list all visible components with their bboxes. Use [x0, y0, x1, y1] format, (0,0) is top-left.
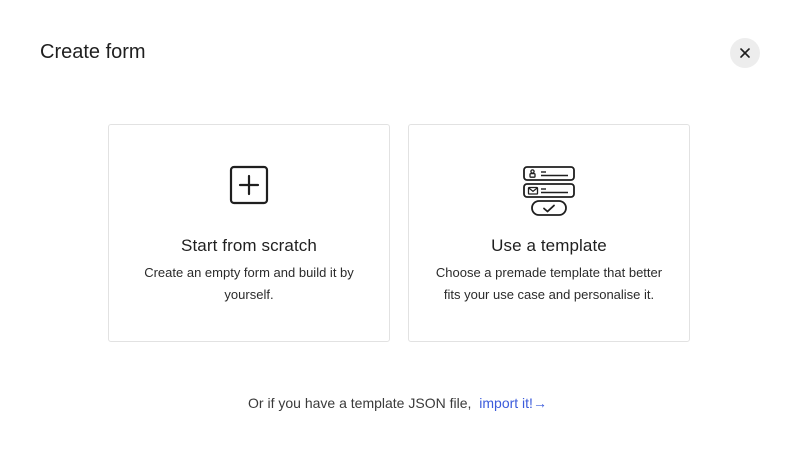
start-from-scratch-card[interactable]: Start from scratch Create an empty form …: [108, 124, 390, 342]
close-icon: [739, 47, 751, 59]
card-description: Choose a premade template that better fi…: [435, 265, 663, 302]
import-link[interactable]: import it!→: [479, 395, 547, 411]
plus-square-icon: [109, 165, 389, 205]
dialog-title: Create form: [40, 41, 146, 63]
card-title: Start from scratch: [181, 236, 317, 255]
template-form-icon: [409, 166, 689, 218]
create-form-dialog: Create form Start from scratch Create an…: [0, 0, 795, 453]
card-title: Use a template: [491, 236, 607, 255]
card-description: Create an empty form and build it by you…: [144, 265, 354, 302]
import-footer: Or if you have a template JSON file, imp…: [0, 394, 795, 412]
arrow-right-icon: →: [532, 395, 547, 411]
use-a-template-card[interactable]: Use a template Choose a premade template…: [408, 124, 690, 342]
footer-text: Or if you have a template JSON file,: [248, 395, 472, 411]
import-link-label: import it!: [479, 395, 533, 411]
close-button[interactable]: [730, 38, 760, 68]
